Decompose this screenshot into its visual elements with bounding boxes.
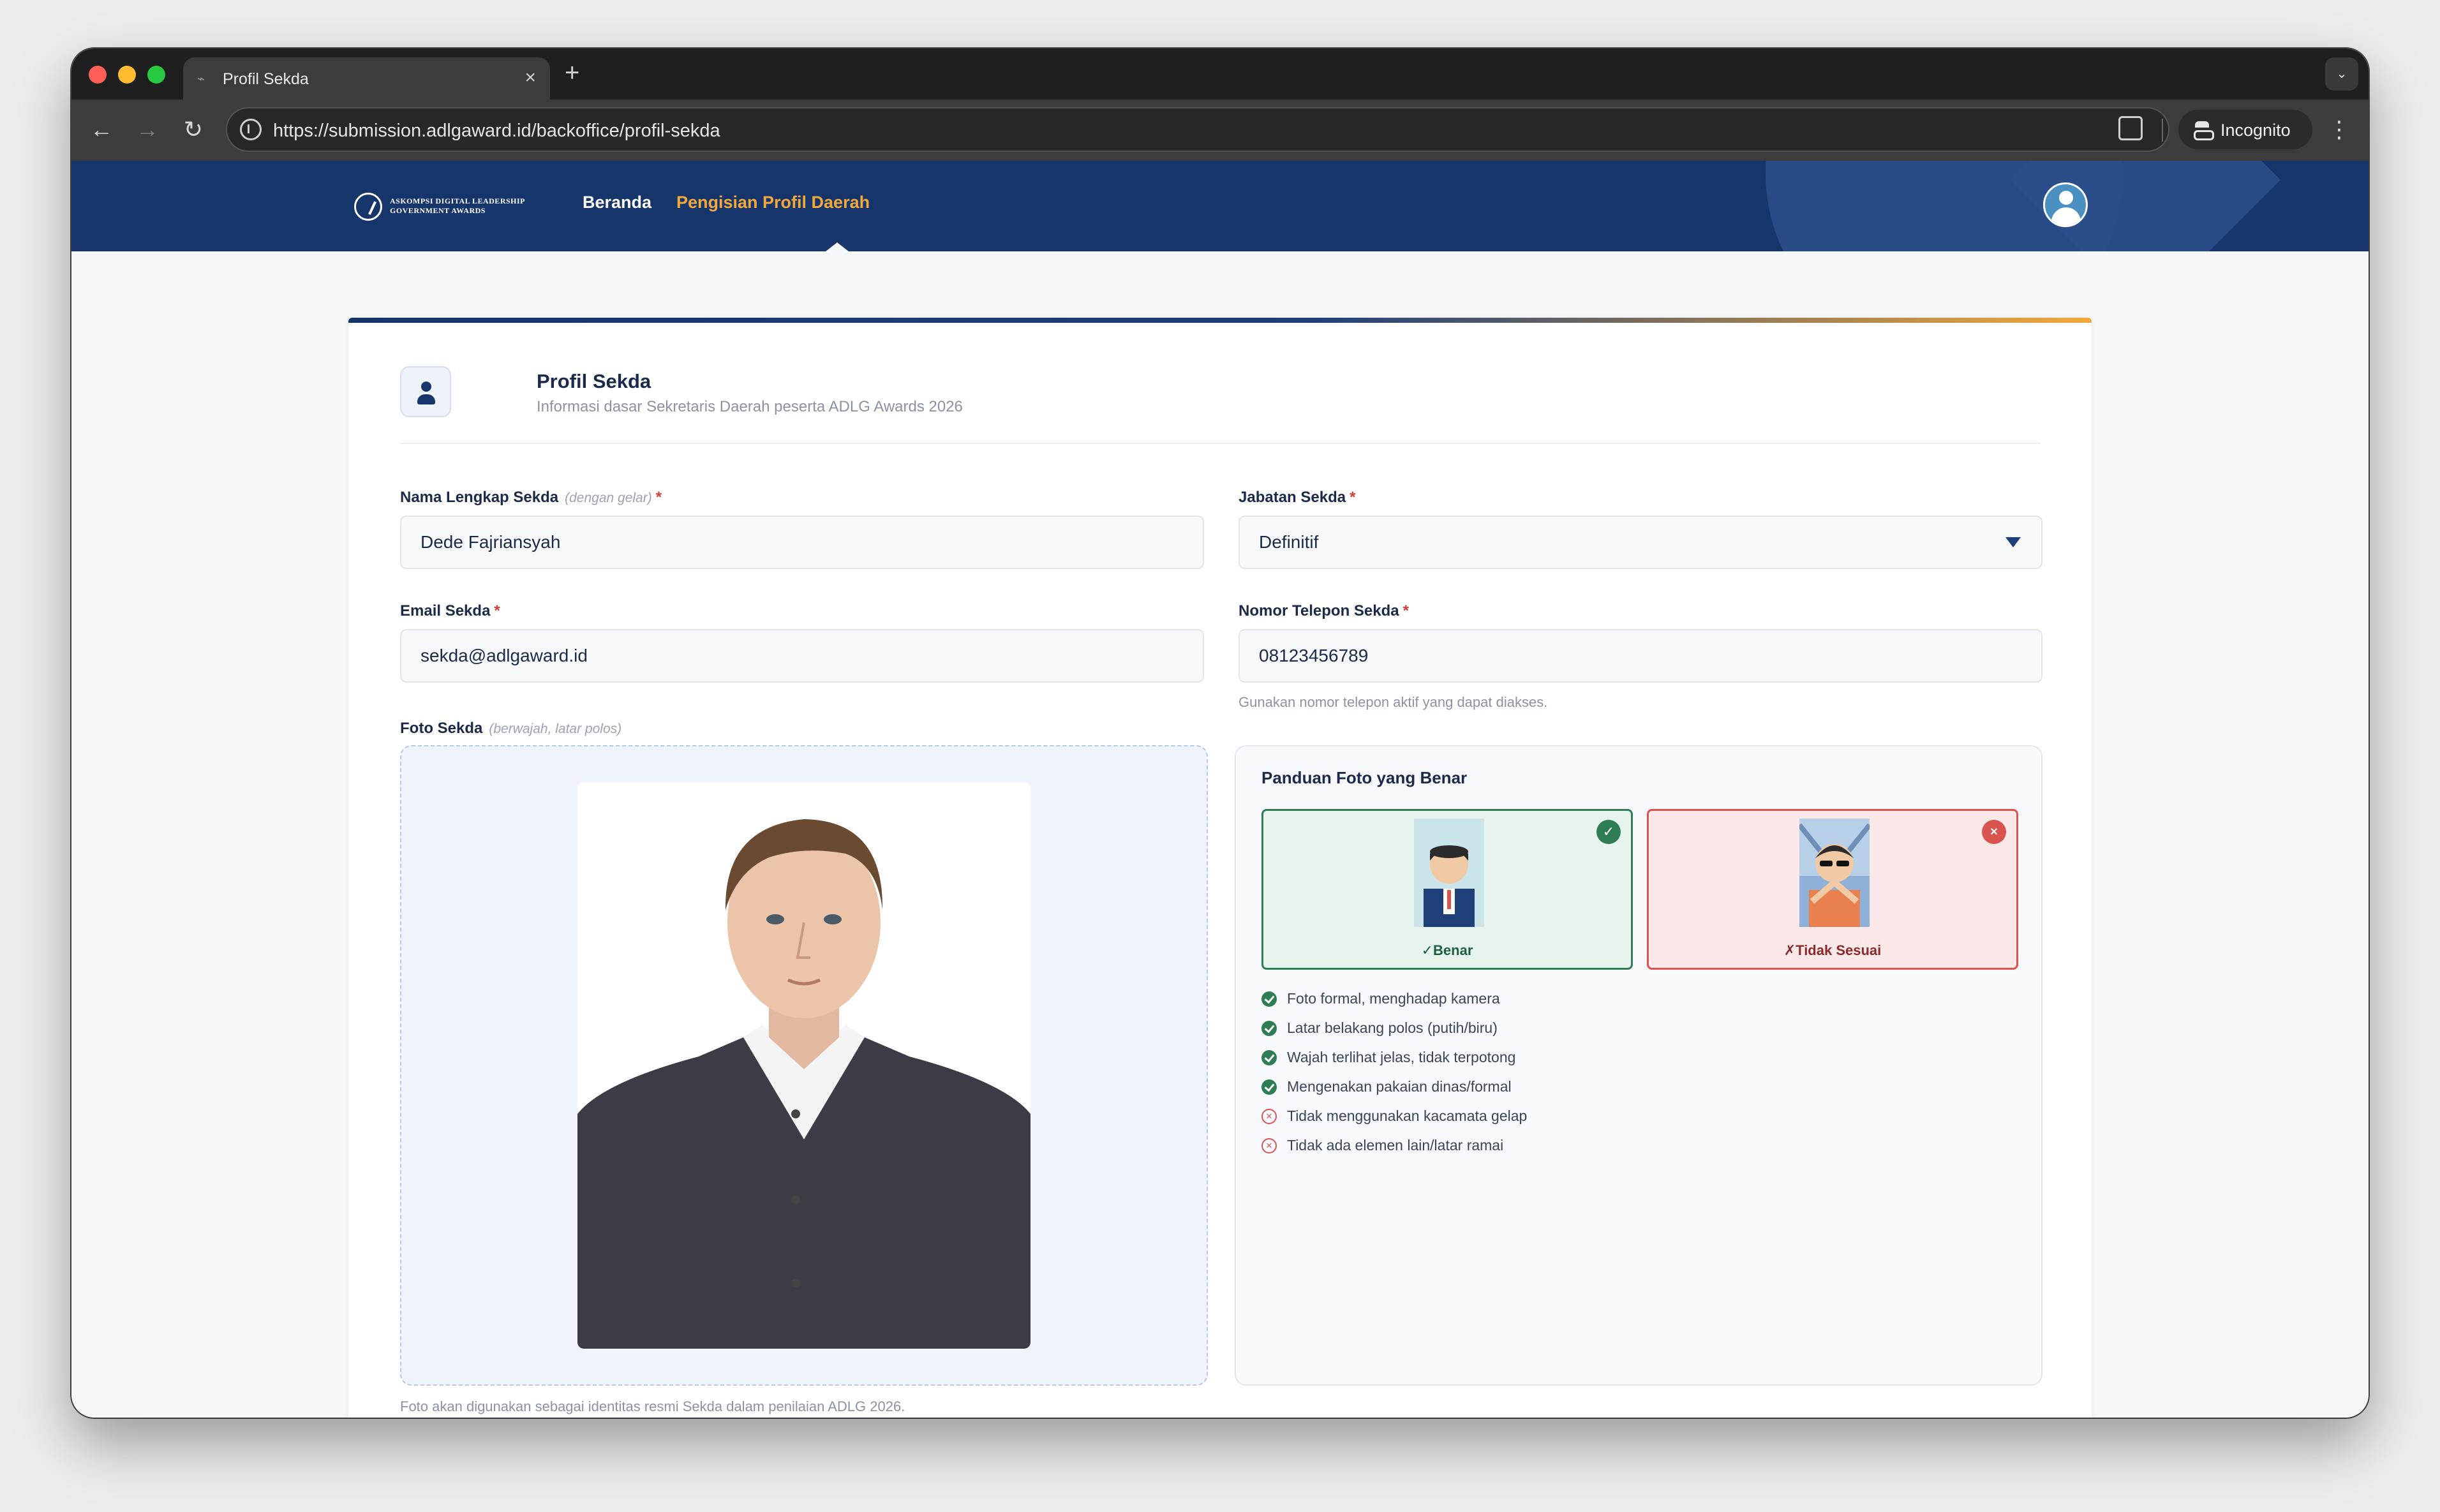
browser-menu-icon[interactable]: ⋮ — [2328, 114, 2351, 145]
name-label-text: Nama Lengkap Sekda — [400, 489, 559, 506]
guide-title: Panduan Foto yang Benar — [1261, 768, 1468, 787]
x-circle-icon: × — [1261, 1138, 1277, 1153]
rule-text: Mengenakan pakaian dinas/formal — [1287, 1078, 1512, 1095]
incognito-icon — [2192, 120, 2214, 140]
profil-sekda-card: Profil Sekda Informasi dasar Sekretaris … — [348, 318, 2092, 1418]
bad-example-label: ✗Tidak Sesuai — [1783, 942, 1882, 958]
name-label: Nama Lengkap Sekda (dengan gelar) * — [400, 489, 662, 507]
email-label-text: Email Sekda — [400, 602, 491, 619]
user-avatar[interactable] — [2043, 182, 2088, 227]
phone-input[interactable]: 08123456789 — [1239, 629, 2042, 683]
photo-label-text: Foto Sekda — [400, 720, 483, 737]
reload-icon[interactable]: ↻ — [177, 114, 209, 145]
rule-text: Foto formal, menghadap kamera — [1287, 990, 1500, 1007]
x-icon: × — [1982, 820, 2006, 844]
name-label-hint: (dengan gelar) — [565, 491, 652, 505]
phone-help-text: Gunakan nomor telepon aktif yang dapat d… — [1239, 694, 1548, 710]
good-example-illustration — [1414, 819, 1484, 927]
check-icon: ✓ — [1596, 820, 1621, 844]
phone-label: Nomor Telepon Sekda * — [1239, 602, 1409, 620]
person-icon — [400, 366, 451, 417]
minimize-window-button[interactable] — [118, 66, 136, 84]
check-circle-icon — [1261, 1050, 1277, 1065]
good-photo-example: ✓ ✓Benar — [1261, 809, 1633, 970]
back-arrow-icon[interactable]: ← — [86, 114, 117, 145]
logo-text: ASKOMPSI DIGITAL LEADERSHIP GOVERNMENT A… — [390, 196, 525, 216]
rule-text: Wajah terlihat jelas, tidak terpotong — [1287, 1049, 1516, 1065]
bad-example-illustration — [1799, 819, 1870, 927]
tab-title: Profil Sekda — [223, 70, 309, 88]
name-input[interactable]: Dede Fajriansyah — [400, 515, 1204, 569]
photo-guide-panel: Panduan Foto yang Benar ✓ ✓Benar × ✗Tida… — [1235, 745, 2042, 1386]
page-favicon-icon: ⌁ — [197, 72, 205, 86]
adlg-logo[interactable]: ASKOMPSI DIGITAL LEADERSHIP GOVERNMENT A… — [354, 193, 530, 221]
page-viewport: ASKOMPSI DIGITAL LEADERSHIP GOVERNMENT A… — [71, 161, 2369, 1418]
check-circle-icon — [1261, 991, 1277, 1007]
position-select[interactable]: Definitif — [1239, 515, 2042, 569]
position-select-value: Definitif — [1259, 532, 1319, 552]
portrait-image — [577, 782, 1030, 1349]
bad-photo-example: × ✗Tidak Sesuai — [1647, 809, 2018, 970]
section-divider — [400, 443, 2041, 444]
url-text[interactable]: https://submission.adlgaward.id/backoffi… — [273, 121, 720, 142]
nav-link-pengisian-profil-daerah[interactable]: Pengisian Profil Daerah — [676, 193, 870, 212]
email-input[interactable]: sekda@adlgaward.id — [400, 629, 1204, 683]
list-item: × Tidak ada elemen lain/latar ramai — [1261, 1136, 1527, 1165]
check-circle-icon — [1261, 1021, 1277, 1036]
card-accent-bar — [348, 318, 2092, 323]
x-circle-icon: × — [1261, 1109, 1277, 1124]
browser-window: ⌁ Profil Sekda × + ⌄ ← → ↻ https://submi… — [71, 48, 2369, 1418]
photo-label: Foto Sekda (berwajah, latar polos) — [400, 720, 621, 737]
incognito-label: Incognito — [2221, 121, 2291, 140]
position-label-text: Jabatan Sekda — [1239, 489, 1346, 506]
list-item: Wajah terlihat jelas, tidak terpotong — [1261, 1048, 1527, 1077]
toolbar-divider — [2162, 119, 2163, 142]
logo-text-line: ASKOMPSI DIGITAL LEADERSHIP — [390, 196, 525, 205]
logo-emblem-icon — [354, 193, 382, 221]
rule-text: Latar belakang polos (putih/biru) — [1287, 1019, 1498, 1036]
rule-text: Tidak ada elemen lain/latar ramai — [1287, 1137, 1504, 1153]
check-circle-icon — [1261, 1079, 1277, 1095]
photo-label-hint: (berwajah, latar polos) — [489, 722, 622, 736]
required-marker: * — [1402, 602, 1409, 619]
logo-text-line: GOVERNMENT AWARDS — [390, 206, 486, 215]
address-bar[interactable]: https://submission.adlgaward.id/backoffi… — [226, 107, 2169, 152]
section-subtitle: Informasi dasar Sekretaris Daerah pesert… — [537, 398, 963, 415]
chevron-down-icon — [2005, 537, 2021, 547]
tab-profil-sekda[interactable]: ⌁ Profil Sekda × — [183, 57, 550, 100]
forward-arrow-icon[interactable]: → — [131, 114, 163, 145]
sekda-photo — [577, 782, 1030, 1349]
photo-rules-list: Foto formal, menghadap kamera Latar bela… — [1261, 989, 1527, 1165]
new-tab-button[interactable]: + — [565, 59, 579, 87]
list-item: Mengenakan pakaian dinas/formal — [1261, 1077, 1527, 1106]
maximize-window-button[interactable] — [147, 66, 165, 84]
extensions-puzzle-icon[interactable] — [2118, 116, 2143, 140]
photo-note: Foto akan digunakan sebagai identitas re… — [400, 1398, 905, 1414]
rule-text: Tidak menggunakan kacamata gelap — [1287, 1108, 1528, 1124]
active-nav-indicator — [826, 242, 849, 251]
list-item: Latar belakang polos (putih/biru) — [1261, 1018, 1527, 1048]
close-window-button[interactable] — [89, 66, 107, 84]
required-marker: * — [655, 489, 662, 506]
tab-search-dropdown-icon[interactable]: ⌄ — [2325, 57, 2358, 91]
nav-link-beranda[interactable]: Beranda — [583, 193, 651, 212]
phone-label-text: Nomor Telepon Sekda — [1239, 602, 1399, 619]
position-label: Jabatan Sekda * — [1239, 489, 1355, 507]
list-item: × Tidak menggunakan kacamata gelap — [1261, 1106, 1527, 1136]
list-item: Foto formal, menghadap kamera — [1261, 989, 1527, 1018]
required-marker: * — [1350, 489, 1356, 506]
photo-upload-dropzone[interactable] — [400, 745, 1208, 1386]
section-title: Profil Sekda — [537, 370, 651, 392]
required-marker: * — [494, 602, 500, 619]
tab-bar: ⌁ Profil Sekda × + ⌄ — [71, 48, 2369, 100]
site-info-icon[interactable] — [240, 119, 262, 140]
site-header: ASKOMPSI DIGITAL LEADERSHIP GOVERNMENT A… — [71, 161, 2369, 251]
good-example-label: ✓Benar — [1421, 942, 1473, 958]
incognito-indicator[interactable]: Incognito — [2178, 110, 2312, 149]
browser-toolbar: ← → ↻ https://submission.adlgaward.id/ba… — [71, 100, 2369, 161]
email-label: Email Sekda * — [400, 602, 500, 620]
tab-close-icon[interactable]: × — [524, 68, 536, 88]
